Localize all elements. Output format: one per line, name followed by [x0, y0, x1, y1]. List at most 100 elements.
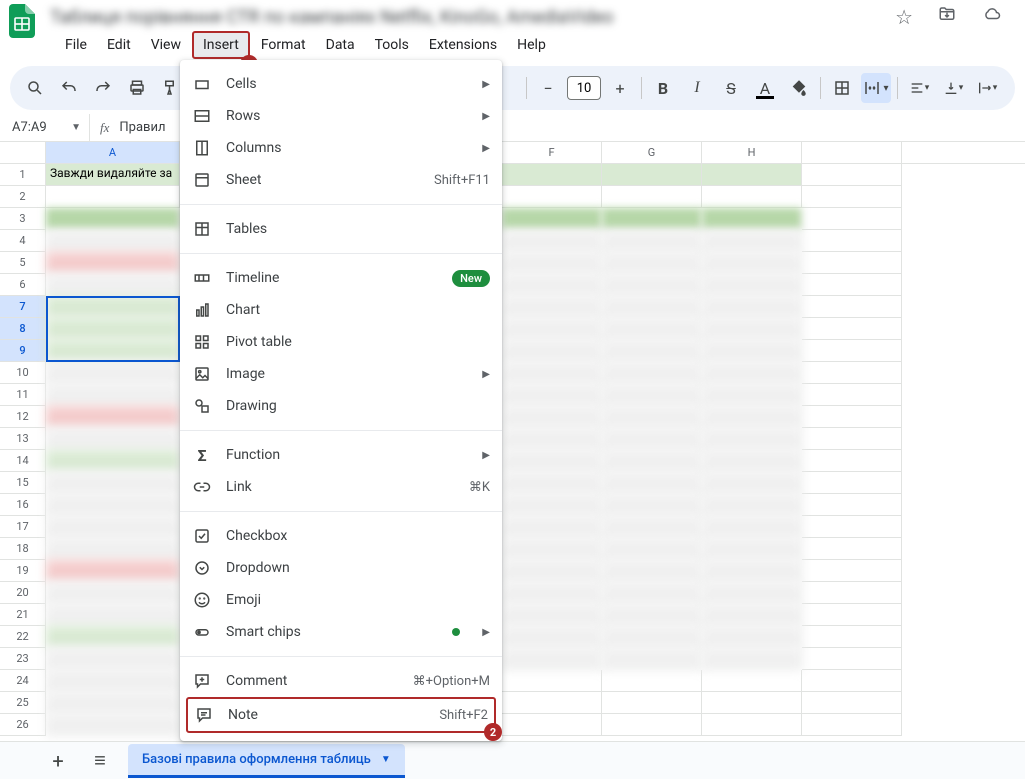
note-icon	[194, 705, 214, 725]
row-header[interactable]: 1	[0, 164, 46, 186]
row-header[interactable]: 7	[0, 296, 46, 318]
col-header-f[interactable]: F	[502, 142, 602, 163]
row-header[interactable]: 13	[0, 428, 46, 450]
insert-columns[interactable]: Columns ▶	[180, 132, 502, 164]
undo-icon[interactable]	[54, 73, 84, 103]
print-icon[interactable]	[122, 73, 152, 103]
row-header[interactable]: 11	[0, 384, 46, 406]
row-header[interactable]: 3	[0, 208, 46, 230]
menu-help[interactable]: Help	[508, 33, 555, 57]
row-header[interactable]: 9	[0, 340, 46, 362]
insert-checkbox[interactable]: Checkbox	[180, 520, 502, 552]
row-header[interactable]: 8	[0, 318, 46, 340]
row-header[interactable]: 24	[0, 670, 46, 692]
row-header[interactable]: 17	[0, 516, 46, 538]
menu-view[interactable]: View	[142, 33, 190, 57]
tables-icon	[192, 219, 212, 239]
insert-comment[interactable]: Comment ⌘+Option+M	[180, 665, 502, 697]
row-header[interactable]: 2	[0, 186, 46, 208]
insert-image[interactable]: Image ▶	[180, 358, 502, 390]
font-size-minus[interactable]: −	[533, 73, 563, 103]
chevron-down-icon[interactable]: ▼	[381, 754, 391, 765]
insert-emoji[interactable]: Emoji	[180, 584, 502, 616]
menu-edit[interactable]: Edit	[98, 33, 140, 57]
sheets-logo-icon[interactable]	[8, 3, 36, 39]
row-header[interactable]: 14	[0, 450, 46, 472]
insert-rows[interactable]: Rows ▶	[180, 100, 502, 132]
insert-chart[interactable]: Chart	[180, 294, 502, 326]
title-actions: ☆	[895, 5, 1017, 29]
menu-file[interactable]: File	[56, 33, 96, 57]
row-header[interactable]: 22	[0, 626, 46, 648]
insert-dropdown[interactable]: Dropdown	[180, 552, 502, 584]
row-header[interactable]: 16	[0, 494, 46, 516]
row-header[interactable]: 19	[0, 560, 46, 582]
row-header[interactable]: 23	[0, 648, 46, 670]
menu-insert[interactable]: Insert 1	[192, 31, 250, 59]
document-title[interactable]: Таблиця порівняння CTR по кампаніях Netf…	[50, 7, 614, 28]
row-header[interactable]: 4	[0, 230, 46, 252]
row-header[interactable]: 20	[0, 582, 46, 604]
sheet-tabs-bar: + ≡ Базові правила оформлення таблиць ▼	[0, 741, 1025, 779]
row-header[interactable]: 25	[0, 692, 46, 714]
annotation-badge-2: 2	[484, 723, 502, 741]
row-header[interactable]: 10	[0, 362, 46, 384]
separator-icon	[820, 77, 821, 99]
menu-format[interactable]: Format	[252, 33, 315, 57]
insert-timeline[interactable]: Timeline New	[180, 262, 502, 294]
merge-cells-button[interactable]: ▾	[861, 73, 891, 103]
menu-tools[interactable]: Tools	[366, 33, 418, 57]
row-header[interactable]: 15	[0, 472, 46, 494]
formula-input[interactable]: Правил	[119, 120, 165, 135]
wrap-button[interactable]: ▾	[972, 73, 1002, 103]
col-header-a[interactable]: A	[46, 142, 180, 163]
insert-pivot-table[interactable]: Pivot table	[180, 326, 502, 358]
insert-link[interactable]: Link ⌘K	[180, 471, 502, 503]
insert-cells[interactable]: Cells ▶	[180, 68, 502, 100]
font-size-input[interactable]: 10	[567, 76, 601, 100]
redo-icon[interactable]	[88, 73, 118, 103]
col-header-g[interactable]: G	[602, 142, 702, 163]
move-icon[interactable]	[937, 5, 957, 29]
row-header[interactable]: 5	[0, 252, 46, 274]
separator-icon	[897, 77, 898, 99]
chevron-down-icon[interactable]: ▼	[71, 122, 89, 133]
insert-note[interactable]: Note Shift+F2 2	[186, 697, 496, 733]
row-header[interactable]: 6	[0, 274, 46, 296]
all-sheets-button[interactable]: ≡	[86, 747, 114, 775]
col-header-blank[interactable]	[802, 142, 902, 163]
bold-button[interactable]: B	[648, 73, 678, 103]
link-icon	[192, 477, 212, 497]
menu-data[interactable]: Data	[317, 33, 364, 57]
row-header[interactable]: 18	[0, 538, 46, 560]
insert-smart-chips[interactable]: Smart chips ▶	[180, 616, 502, 648]
row-header[interactable]: 21	[0, 604, 46, 626]
name-box[interactable]: A7:A9▼	[0, 114, 90, 141]
row-header[interactable]: 12	[0, 406, 46, 428]
insert-sheet[interactable]: Sheet Shift+F11	[180, 164, 502, 196]
insert-tables[interactable]: Tables	[180, 213, 502, 245]
font-size-plus[interactable]: +	[605, 73, 635, 103]
italic-button[interactable]: I	[682, 73, 712, 103]
cell-a1[interactable]: Завжди видаляйте за	[46, 164, 180, 186]
insert-menu-dropdown: Cells ▶ Rows ▶ Columns ▶ Sheet Shift+F11…	[180, 60, 502, 741]
fill-color-button[interactable]	[784, 73, 814, 103]
fx-icon: fx	[90, 120, 119, 136]
add-sheet-button[interactable]: +	[44, 747, 72, 775]
horizontal-align-button[interactable]: ▾	[904, 73, 934, 103]
select-all-corner[interactable]	[0, 142, 46, 163]
borders-button[interactable]	[827, 73, 857, 103]
cloud-icon[interactable]	[981, 5, 1003, 29]
sheet-tab-active[interactable]: Базові правила оформлення таблиць ▼	[128, 744, 405, 778]
menu-extensions[interactable]: Extensions	[420, 33, 506, 57]
star-icon[interactable]: ☆	[895, 5, 913, 29]
text-color-button[interactable]: A	[750, 73, 780, 103]
search-icon[interactable]	[20, 73, 50, 103]
insert-function[interactable]: Σ Function ▶	[180, 439, 502, 471]
vertical-align-button[interactable]: ▾	[938, 73, 968, 103]
spreadsheet-grid[interactable]: 1 Завжди видаляйте за 234567891011121314…	[0, 164, 1025, 736]
row-header[interactable]: 26	[0, 714, 46, 736]
insert-drawing[interactable]: Drawing	[180, 390, 502, 422]
col-header-h[interactable]: H	[702, 142, 802, 163]
strikethrough-button[interactable]: S	[716, 73, 746, 103]
